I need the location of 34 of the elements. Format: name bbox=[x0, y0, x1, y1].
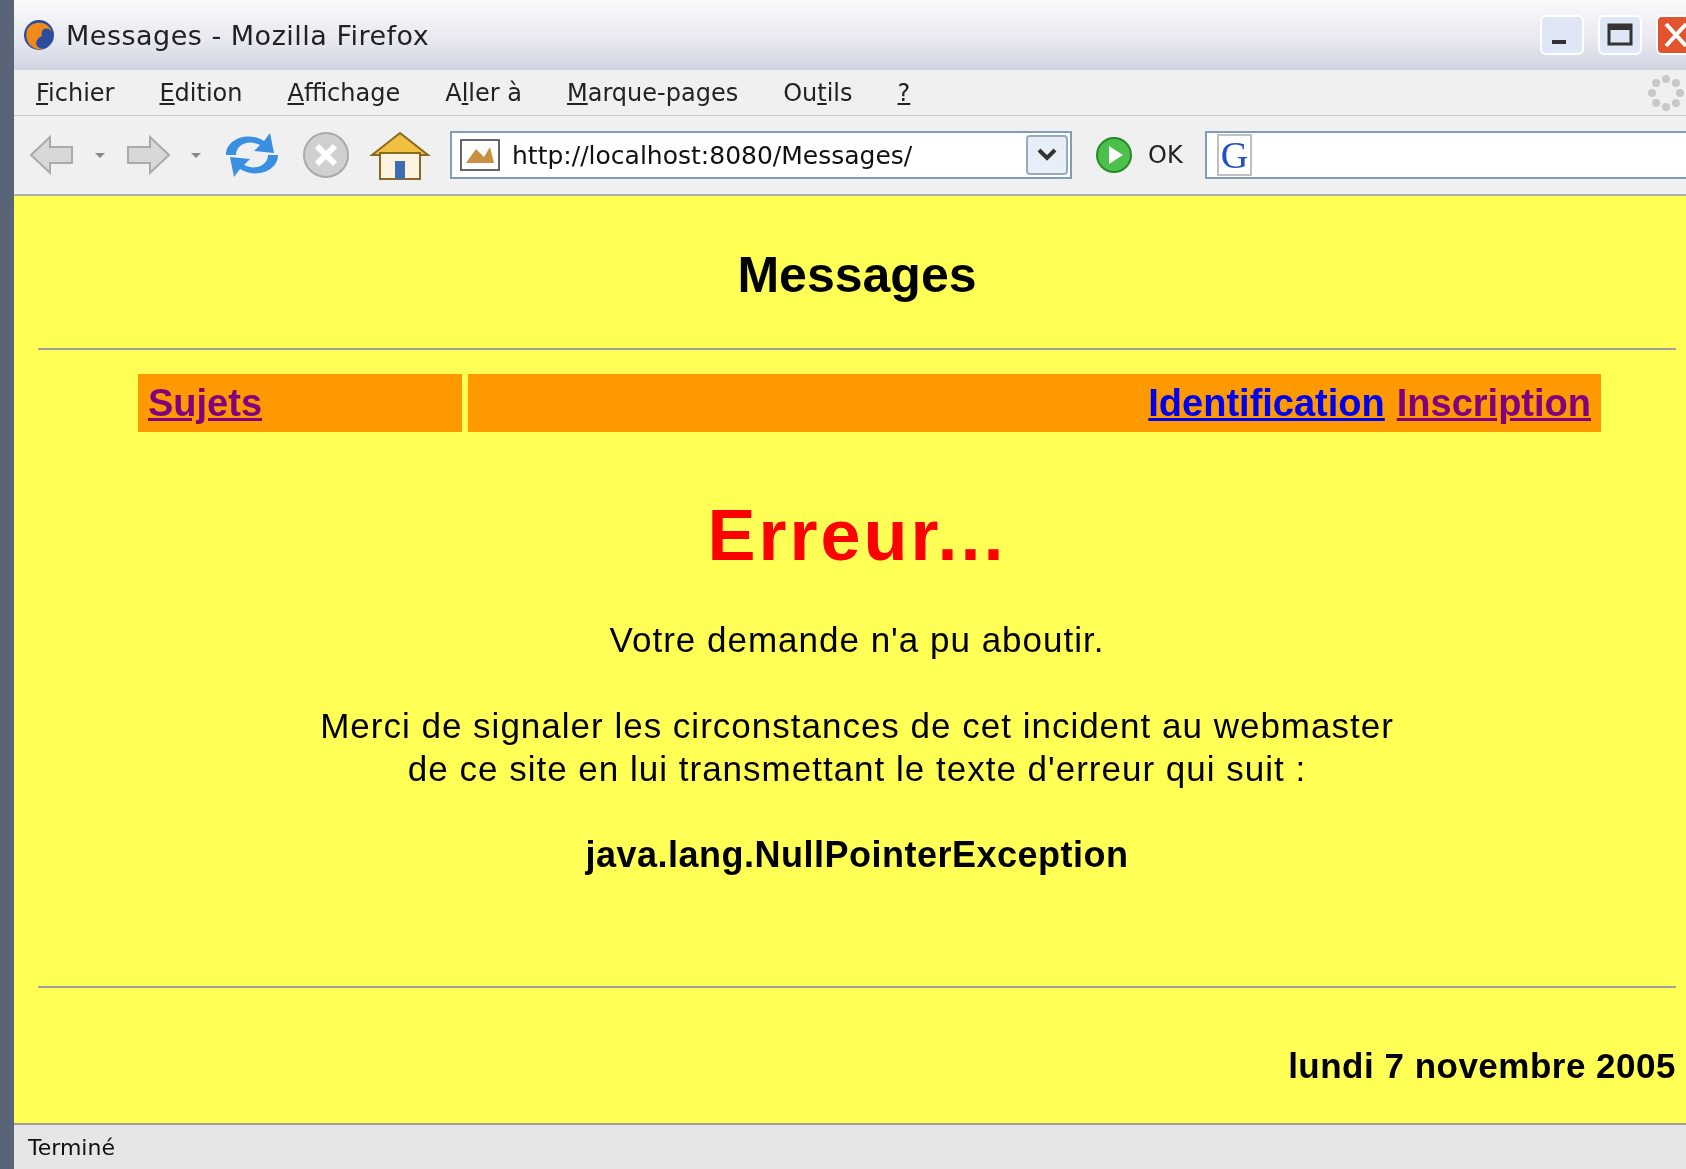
play-icon bbox=[1094, 135, 1134, 175]
globe-icon bbox=[22, 18, 56, 52]
nav-link[interactable]: Identification bbox=[1148, 381, 1385, 425]
close-icon[interactable] bbox=[1656, 15, 1686, 55]
caret-icon[interactable] bbox=[94, 151, 106, 159]
menu-item[interactable]: Fichier bbox=[36, 78, 115, 107]
back-icon[interactable] bbox=[28, 133, 76, 177]
date-text: lundi 7 novembre 2005 bbox=[1288, 1046, 1676, 1086]
home-icon[interactable] bbox=[368, 129, 432, 181]
page-heading: Messages bbox=[737, 246, 977, 304]
forward-icon[interactable] bbox=[124, 133, 172, 177]
caret-icon[interactable] bbox=[190, 151, 202, 159]
error-message: Votre demande n'a pu aboutir. bbox=[609, 620, 1105, 660]
search-engine-logo[interactable]: G bbox=[1216, 134, 1253, 176]
window-title: Messages - Mozilla Firefox bbox=[66, 19, 430, 51]
instructions-text: Merci de signaler les circonstances de cet incident au webmaster de ce site en lui transmettant le texte d'erreur qui suit : bbox=[320, 705, 1394, 790]
minimize-icon[interactable] bbox=[1540, 15, 1584, 55]
nav-link[interactable]: Sujets bbox=[148, 381, 263, 425]
nav-link[interactable]: Inscription bbox=[1396, 381, 1591, 425]
go-button[interactable]: OK bbox=[1084, 135, 1193, 175]
menu-item[interactable]: Aller à bbox=[445, 78, 522, 107]
maximize-icon[interactable] bbox=[1598, 15, 1642, 55]
page-icon bbox=[460, 139, 500, 171]
dropdown-icon[interactable] bbox=[1026, 135, 1068, 175]
menu-item[interactable]: Marque-pages bbox=[566, 78, 739, 107]
menu-item[interactable]: ? bbox=[897, 78, 911, 107]
error-title: Erreur... bbox=[707, 494, 1007, 576]
exception-text: java.lang.NullPointerException bbox=[585, 834, 1129, 876]
address-field[interactable]: http://localhost:8080/Messages/ bbox=[450, 131, 1072, 179]
menu-item[interactable]: Outils bbox=[783, 78, 853, 107]
menu-item[interactable]: Affichage bbox=[287, 78, 401, 107]
search-field[interactable]: G bbox=[1204, 131, 1686, 179]
menu-item[interactable]: Edition bbox=[159, 78, 243, 107]
status-text: Terminé bbox=[28, 1134, 115, 1160]
